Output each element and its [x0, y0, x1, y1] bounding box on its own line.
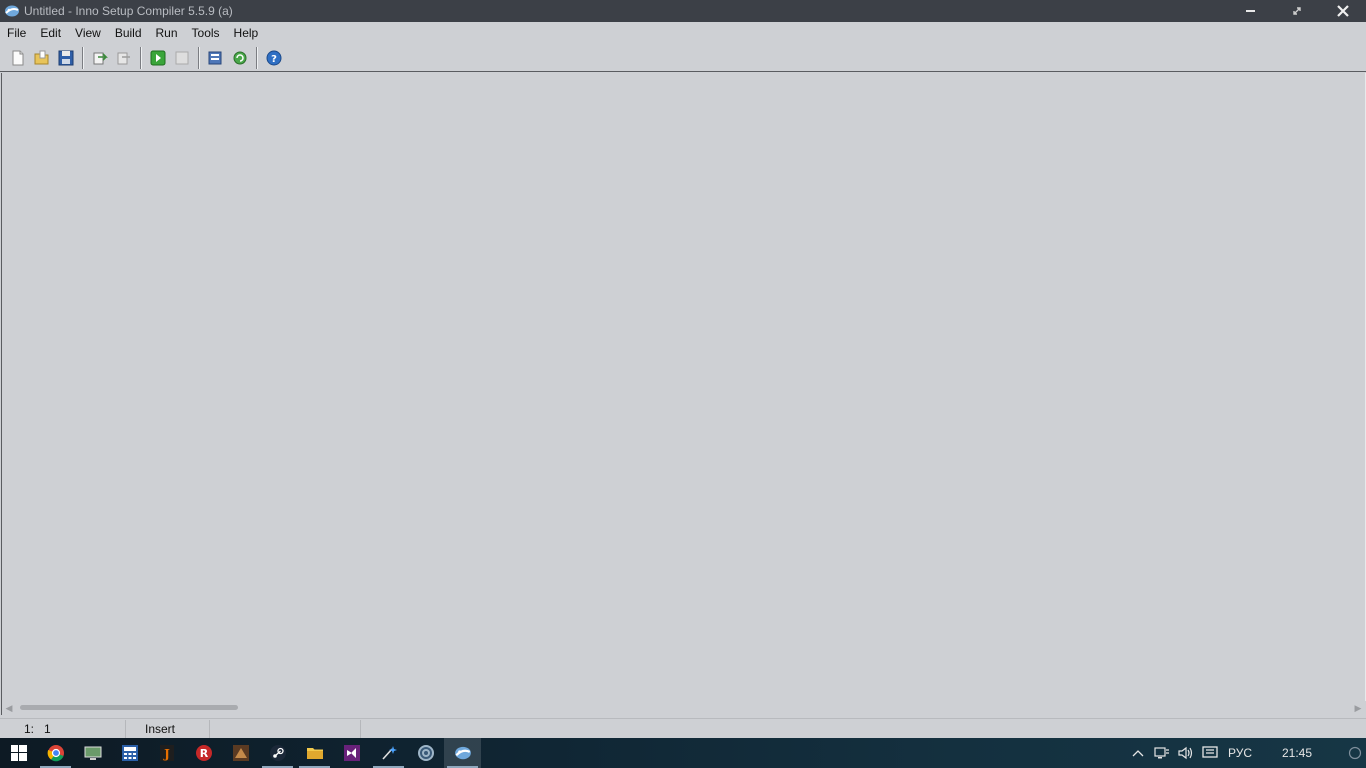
scrollbar-thumb[interactable]	[20, 705, 238, 710]
show-hidden-icons-button[interactable]	[1126, 738, 1150, 768]
taskbar-visual-studio[interactable]	[333, 738, 370, 768]
target-setup-button[interactable]	[205, 47, 227, 69]
inno-setup-window: Untitled - Inno Setup Compiler 5.5.9 (a)…	[0, 0, 1366, 739]
file-explorer-icon	[306, 748, 323, 759]
restore-icon	[1293, 7, 1301, 15]
cursor-line: 1:	[24, 722, 35, 736]
toolbar: ?	[0, 44, 1366, 72]
message-icon	[1202, 746, 1218, 758]
start-button[interactable]	[0, 738, 37, 768]
game-icon	[232, 745, 249, 761]
stop-compile-icon	[117, 52, 130, 64]
taskbar-java[interactable]: J	[148, 738, 185, 768]
volume-button[interactable]	[1174, 738, 1198, 768]
run-icon	[150, 50, 166, 65]
visual-studio-icon	[343, 745, 360, 761]
input-language[interactable]: РУС	[1222, 746, 1264, 760]
toolbar-separator	[256, 46, 258, 69]
taskbar-file-explorer[interactable]	[296, 738, 333, 768]
steam-icon	[269, 745, 286, 761]
menu-edit[interactable]: Edit	[33, 23, 68, 43]
taskbar-game[interactable]	[222, 738, 259, 768]
run-button[interactable]	[147, 47, 169, 69]
notification-icon	[1348, 746, 1362, 760]
browser-app-icon	[417, 745, 434, 761]
java-icon: J	[159, 745, 174, 761]
windows-start-icon	[10, 745, 27, 761]
taskbar-calculator-app[interactable]	[111, 738, 148, 768]
menu-build[interactable]: Build	[108, 23, 149, 43]
taskbar-browser-app[interactable]	[407, 738, 444, 768]
taskbar-chrome[interactable]	[37, 738, 74, 768]
inno-setup-icon	[454, 746, 471, 760]
insert-mode: Insert	[126, 720, 210, 738]
save-icon	[58, 50, 74, 65]
monitor-app-icon	[84, 746, 101, 760]
r-app-icon: R	[195, 745, 212, 761]
taskbar: J R РУС 21:45	[0, 738, 1366, 768]
compile-button[interactable]	[89, 47, 111, 69]
window-controls	[1228, 0, 1366, 22]
target-uninstall-button[interactable]	[229, 47, 251, 69]
clock[interactable]: 21:45	[1264, 746, 1344, 760]
taskbar-sparkle-app[interactable]	[370, 738, 407, 768]
new-file-button[interactable]	[7, 47, 29, 69]
open-folder-icon	[34, 50, 49, 64]
action-center-tray-button[interactable]	[1198, 738, 1222, 768]
taskbar-steam[interactable]	[259, 738, 296, 768]
stop-compile-button[interactable]	[113, 47, 135, 69]
terminate-button[interactable]	[171, 47, 193, 69]
svg-text:R: R	[199, 747, 208, 760]
menu-run[interactable]: Run	[149, 23, 185, 43]
volume-icon	[1178, 746, 1193, 760]
menu-help[interactable]: Help	[227, 23, 266, 43]
scroll-left-icon[interactable]: ◀	[2, 701, 16, 715]
horizontal-scrollbar[interactable]: ◀ ▶	[1, 701, 1365, 715]
toolbar-separator	[82, 46, 84, 69]
open-button[interactable]	[31, 47, 53, 69]
menu-tools[interactable]: Tools	[185, 23, 227, 43]
target-uninstall-icon	[233, 51, 247, 64]
minimize-icon	[1246, 10, 1255, 12]
toolbar-separator	[198, 46, 200, 69]
close-button[interactable]	[1320, 0, 1366, 22]
help-button[interactable]: ?	[263, 47, 285, 69]
menu-bar: File Edit View Build Run Tools Help	[0, 22, 1366, 44]
chevron-up-icon	[1132, 750, 1144, 757]
cursor-column: 1	[44, 722, 51, 736]
save-button[interactable]	[55, 47, 77, 69]
cursor-position: 1: 1	[0, 720, 126, 738]
script-editor[interactable]	[1, 73, 1366, 701]
minimize-button[interactable]	[1228, 0, 1274, 22]
taskbar-r-app[interactable]: R	[185, 738, 222, 768]
taskbar-monitor-app[interactable]	[74, 738, 111, 768]
inno-setup-icon	[3, 2, 21, 20]
window-title: Untitled - Inno Setup Compiler 5.5.9 (a)	[24, 4, 233, 18]
calculator-app-icon	[121, 745, 138, 761]
restore-button[interactable]	[1274, 0, 1320, 22]
compile-icon	[93, 52, 108, 64]
notifications-button[interactable]	[1344, 738, 1366, 768]
title-bar[interactable]: Untitled - Inno Setup Compiler 5.5.9 (a)	[0, 0, 1366, 22]
svg-text:J: J	[163, 747, 170, 761]
chrome-icon	[47, 745, 64, 762]
menu-file[interactable]: File	[0, 23, 33, 43]
status-panel	[210, 720, 361, 738]
network-button[interactable]	[1150, 738, 1174, 768]
terminate-icon	[175, 51, 189, 64]
new-file-icon	[12, 50, 24, 65]
taskbar-inno-setup[interactable]	[444, 738, 481, 768]
svg-text:?: ?	[271, 54, 277, 65]
status-bar: 1: 1 Insert	[0, 718, 1366, 739]
system-tray: РУС 21:45	[1126, 738, 1366, 768]
sparkle-app-icon	[381, 746, 397, 760]
network-icon	[1154, 747, 1169, 759]
target-setup-icon	[208, 51, 222, 64]
scroll-right-icon[interactable]: ▶	[1351, 701, 1365, 715]
toolbar-separator	[140, 46, 142, 69]
menu-view[interactable]: View	[68, 23, 108, 43]
close-icon	[1337, 5, 1349, 17]
help-icon: ?	[266, 50, 282, 65]
